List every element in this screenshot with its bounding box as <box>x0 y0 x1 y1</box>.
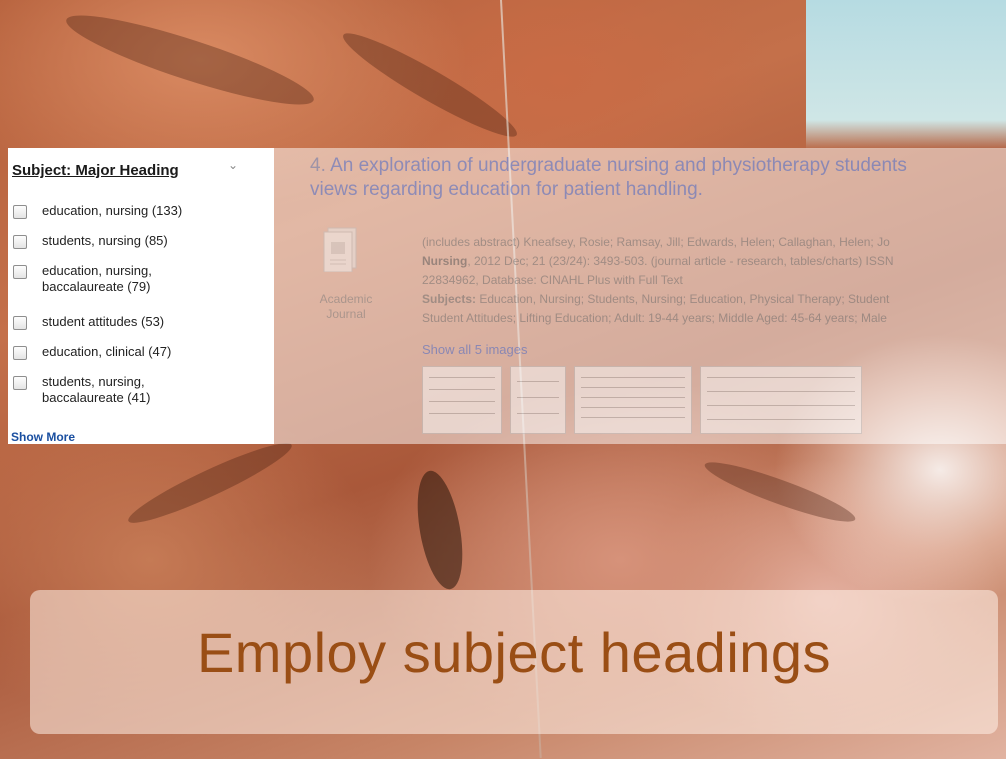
checkbox[interactable] <box>13 376 27 390</box>
rock-shadow <box>409 467 471 593</box>
result-subjects: Subjects: Education, Nursing; Students, … <box>422 290 1002 328</box>
facet-title[interactable]: Subject: Major Heading <box>12 162 179 179</box>
facet-item-label: students, nursing (85) <box>42 233 168 248</box>
facet-item[interactable]: students, nursing, baccalaureate (41) <box>13 374 172 406</box>
document-icon <box>323 227 357 272</box>
checkbox[interactable] <box>13 235 27 249</box>
facet-item[interactable]: education, clinical (47) <box>13 344 222 360</box>
result-title-line1[interactable]: An exploration of undergraduate nursing … <box>330 155 907 176</box>
image-thumbnail[interactable] <box>510 366 566 434</box>
facet-item-label: students, nursing, baccalaureate (41) <box>42 374 151 405</box>
checkbox[interactable] <box>13 205 27 219</box>
facet-item[interactable]: education, nursing, baccalaureate (79) <box>13 263 182 295</box>
facet-item-label: student attitudes (53) <box>42 314 165 329</box>
rock-shadow <box>700 453 860 531</box>
show-more-link[interactable]: Show More <box>11 430 75 444</box>
doc-type-label: Academic Journal <box>319 292 373 321</box>
rock-shadow <box>335 22 525 148</box>
show-all-images-link[interactable]: Show all 5 images <box>422 342 528 357</box>
search-result: 4. An exploration of undergraduate nursi… <box>310 154 1000 434</box>
journal-name: Nursing <box>422 254 468 268</box>
result-number: 4. <box>310 155 326 176</box>
facet-item[interactable]: student attitudes (53) <box>13 314 222 330</box>
facet-item-label: education, clinical (47) <box>42 344 172 359</box>
checkbox[interactable] <box>13 346 27 360</box>
subjects-label: Subjects: <box>422 292 477 306</box>
facet-item-label: education, nursing, baccalaureate (79) <box>42 263 152 294</box>
facet-item-label: education, nursing (133) <box>42 203 183 218</box>
result-title[interactable]: 4. An exploration of undergraduate nursi… <box>310 154 1000 202</box>
rock-shadow <box>60 0 320 120</box>
image-thumbnail[interactable] <box>574 366 692 434</box>
result-citation: (includes abstract) Kneafsey, Rosie; Ram… <box>422 235 894 287</box>
facet-item[interactable]: students, nursing (85) <box>13 233 222 249</box>
checkbox[interactable] <box>13 316 27 330</box>
checkbox[interactable] <box>13 265 27 279</box>
result-title-line2[interactable]: views regarding education for patient ha… <box>310 179 703 200</box>
subject-facet-panel: Subject: Major Heading ⌄ education, nurs… <box>8 148 274 444</box>
caption-text: Employ subject headings <box>196 621 832 684</box>
subjects-line2: Student Attitudes; Lifting Education; Ad… <box>422 311 887 325</box>
image-thumbnail[interactable] <box>700 366 862 434</box>
subjects-line1: Education, Nursing; Students, Nursing; E… <box>479 292 890 306</box>
rock-shadow <box>122 433 298 533</box>
chevron-down-icon[interactable]: ⌄ <box>228 158 238 172</box>
image-thumbnail[interactable] <box>422 366 502 434</box>
caption-banner: Employ subject headings <box>30 590 998 734</box>
facet-item[interactable]: education, nursing (133) <box>13 203 222 219</box>
